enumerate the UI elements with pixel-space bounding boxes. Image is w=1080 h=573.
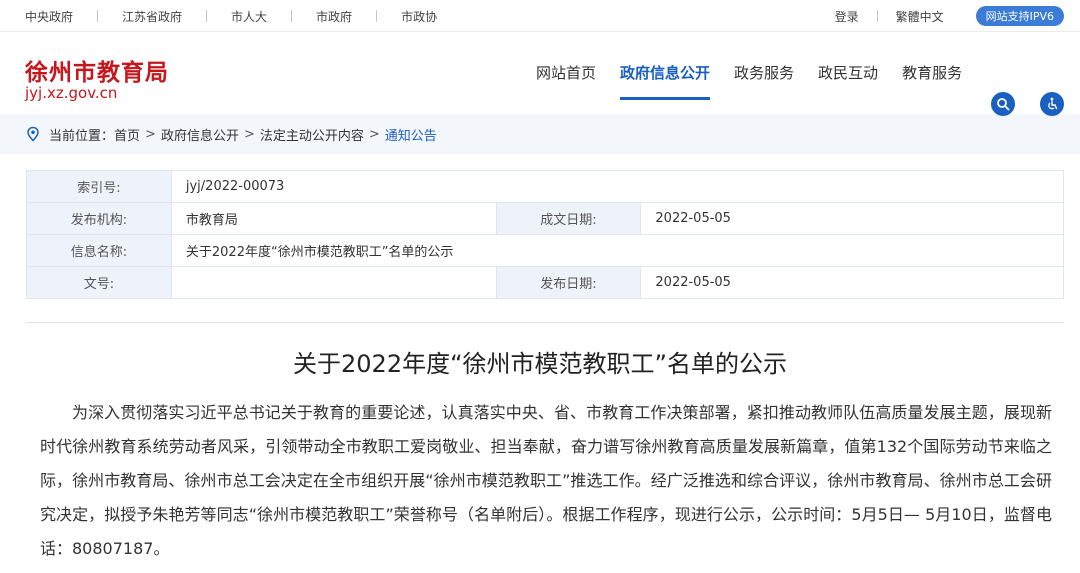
created-date-label: 成文日期: xyxy=(495,202,642,235)
link-city-government[interactable]: 市政府 xyxy=(316,8,352,25)
created-date-value: 2022-05-05 xyxy=(640,202,1064,235)
link-jiangsu-government[interactable]: 江苏省政府 xyxy=(122,8,182,25)
nav-education-services[interactable]: 教育服务 xyxy=(902,32,962,114)
traditional-chinese-link[interactable]: 繁體中文 xyxy=(896,8,944,25)
table-row: 发布机构: 市教育局 成文日期: 2022-05-05 xyxy=(26,202,1064,235)
publisher-label: 发布机构: xyxy=(26,202,172,235)
top-right: 登录 繁體中文 网站支持IPV6 xyxy=(835,0,1064,32)
index-value: jyj/2022-00073 xyxy=(170,170,1065,203)
divider xyxy=(206,10,208,22)
document-metadata-table: 索引号: jyj/2022-00073 发布机构: 市教育局 成文日期: 202… xyxy=(26,170,1065,299)
site-header: 徐州市教育局 jyj.xz.gov.cn 网站首页 政府信息公开 政务服务 政民… xyxy=(0,32,1080,116)
breadcrumb-separator: > xyxy=(145,126,156,142)
ipv6-badge: 网站支持IPV6 xyxy=(975,6,1064,26)
breadcrumb-prefix: 当前位置： xyxy=(49,128,115,144)
doc-number-label: 文号: xyxy=(26,266,172,299)
publisher-value: 市教育局 xyxy=(170,202,497,235)
nav-gov-info[interactable]: 政府信息公开 xyxy=(620,32,711,114)
article-title: 关于2022年度“徐州市模范教职工”名单的公示 xyxy=(293,350,787,378)
divider xyxy=(376,10,378,22)
link-city-congress[interactable]: 市人大 xyxy=(231,8,267,25)
index-label: 索引号: xyxy=(26,170,172,203)
breadcrumb-separator: > xyxy=(368,126,380,142)
search-icon xyxy=(997,98,1010,111)
breadcrumb-home[interactable]: 首页 xyxy=(114,125,140,144)
accessibility-icon xyxy=(1048,97,1058,110)
nav-services[interactable]: 政务服务 xyxy=(734,32,794,114)
top-links: 中央政府 江苏省政府 市人大 市政府 市政协 xyxy=(25,0,437,32)
breadcrumb-separator: > xyxy=(243,126,255,142)
table-row: 索引号: jyj/2022-00073 xyxy=(26,170,1065,203)
published-date-value: 2022-05-05 xyxy=(640,266,1064,299)
breadcrumb: 当前位置： 首页 > 政府信息公开 > 法定主动公开内容 > 通知公告 xyxy=(0,114,1080,154)
search-button[interactable] xyxy=(991,92,1015,116)
breadcrumb-statutory[interactable]: 法定主动公开内容 xyxy=(260,125,364,144)
accessibility-button[interactable] xyxy=(1040,92,1064,116)
breadcrumb-gov-info[interactable]: 政府信息公开 xyxy=(161,125,239,144)
top-bar: 中央政府 江苏省政府 市人大 市政府 市政协 登录 繁體中文 网站支持IPV6 xyxy=(0,0,1080,32)
link-central-government[interactable]: 中央政府 xyxy=(25,8,73,25)
link-cppcc[interactable]: 市政协 xyxy=(401,8,437,25)
login-link[interactable]: 登录 xyxy=(835,8,859,25)
site-title[interactable]: 徐州市教育局 xyxy=(25,53,169,87)
divider xyxy=(291,10,293,22)
info-name-value: 关于2022年度“徐州市模范教职工”名单的公示 xyxy=(170,234,1065,267)
site-url: jyj.xz.gov.cn xyxy=(25,84,118,102)
nav-interaction[interactable]: 政民互动 xyxy=(818,32,878,114)
main-nav: 网站首页 政府信息公开 政务服务 政民互动 教育服务 xyxy=(536,32,986,114)
article-paragraph: 为深入贯彻落实习近平总书记关于教育的重要论述，认真落实中央、省、市教育工作决策部… xyxy=(40,403,1052,558)
content-divider xyxy=(26,322,1064,323)
breadcrumb-notices[interactable]: 通知公告 xyxy=(385,125,437,144)
table-row: 文号: 发布日期: 2022-05-05 xyxy=(26,266,1064,299)
table-row: 信息名称: 关于2022年度“徐州市模范教职工”名单的公示 xyxy=(26,234,1065,267)
info-name-label: 信息名称: xyxy=(26,234,172,267)
doc-number-value xyxy=(170,266,497,299)
divider xyxy=(97,10,99,22)
location-pin-icon xyxy=(27,126,39,142)
published-date-label: 发布日期: xyxy=(495,266,642,299)
divider xyxy=(876,10,878,22)
nav-home[interactable]: 网站首页 xyxy=(536,32,596,114)
